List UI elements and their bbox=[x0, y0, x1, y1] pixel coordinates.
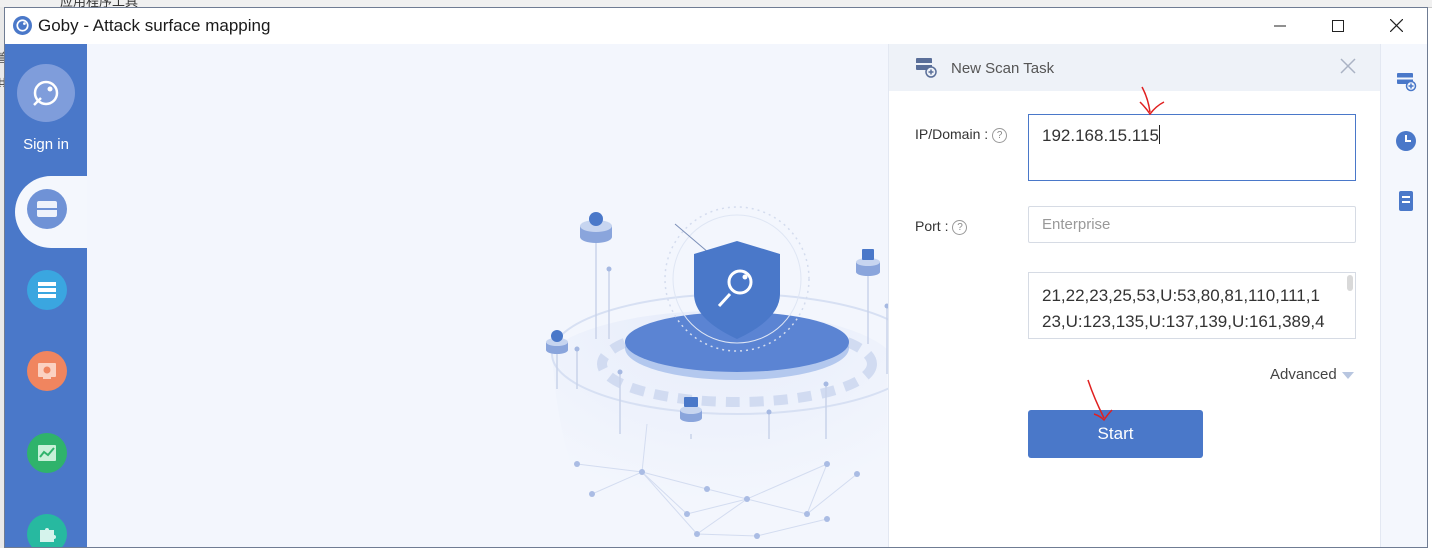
minimize-button[interactable] bbox=[1251, 8, 1309, 43]
text-caret bbox=[1158, 125, 1160, 144]
scan-icon bbox=[37, 201, 57, 217]
scrollbar[interactable] bbox=[1347, 275, 1353, 291]
maximize-button[interactable] bbox=[1309, 8, 1367, 43]
goby-fish-icon bbox=[33, 80, 59, 106]
sidebar-item-extensions[interactable] bbox=[27, 514, 67, 547]
title-bar: Goby - Attack surface mapping bbox=[5, 8, 1427, 43]
avatar[interactable] bbox=[17, 64, 75, 122]
sidebar: Sign in bbox=[5, 44, 87, 547]
close-button[interactable] bbox=[1367, 8, 1425, 43]
port-label: Port :? bbox=[915, 218, 968, 235]
puzzle-icon bbox=[40, 528, 56, 542]
report-document-icon[interactable] bbox=[1395, 190, 1417, 212]
right-toolbar bbox=[1380, 44, 1427, 547]
panel-close-icon[interactable] bbox=[1337, 55, 1359, 77]
chevron-down-icon bbox=[1341, 371, 1354, 379]
new-scan-icon bbox=[916, 58, 937, 78]
sidebar-item-reports[interactable] bbox=[27, 433, 67, 473]
port-list-textarea[interactable]: 21,22,23,25,53,U:53,80,81,110,111,123,U:… bbox=[1028, 272, 1356, 339]
attack-surface-illustration bbox=[546, 206, 888, 547]
advanced-toggle[interactable]: Advanced bbox=[1270, 366, 1354, 383]
port-preset-select[interactable]: Enterprise bbox=[1028, 206, 1356, 243]
goby-logo-icon bbox=[13, 16, 32, 35]
sign-in-link[interactable]: Sign in bbox=[5, 136, 87, 153]
port-list-value: 21,22,23,25,53,U:53,80,81,110,111,123,U:… bbox=[1042, 286, 1325, 331]
history-clock-icon[interactable] bbox=[1395, 130, 1417, 152]
help-icon[interactable]: ? bbox=[992, 127, 1008, 143]
help-icon[interactable]: ? bbox=[952, 219, 968, 235]
ip-domain-value: 192.168.15.115 bbox=[1042, 126, 1159, 145]
sidebar-item-assets[interactable] bbox=[27, 270, 67, 310]
ip-domain-input[interactable]: 192.168.15.115 bbox=[1028, 114, 1356, 181]
ip-domain-label: IP/Domain :? bbox=[915, 126, 1008, 143]
close-icon bbox=[1389, 19, 1403, 32]
minimize-icon bbox=[1274, 25, 1286, 26]
ip-domain-label-text: IP/Domain : bbox=[915, 126, 989, 142]
scan-illustration bbox=[87, 44, 888, 547]
advanced-label: Advanced bbox=[1270, 366, 1337, 383]
chart-icon bbox=[38, 445, 56, 461]
sidebar-item-scan[interactable] bbox=[27, 189, 67, 229]
maximize-icon bbox=[1332, 19, 1344, 32]
panel-title: New Scan Task bbox=[951, 60, 1055, 77]
goby-window: Goby - Attack surface mapping Sign in Ne… bbox=[4, 7, 1428, 548]
start-button[interactable]: Start bbox=[1028, 410, 1203, 458]
sidebar-item-vulnerabilities[interactable] bbox=[27, 351, 67, 391]
new-task-icon[interactable] bbox=[1395, 70, 1417, 92]
new-scan-task-panel: New Scan Task IP/Domain :? 192.168.15.11… bbox=[888, 44, 1381, 547]
assets-icon bbox=[38, 282, 56, 298]
window-title: Goby - Attack surface mapping bbox=[38, 16, 271, 35]
port-label-text: Port : bbox=[915, 218, 949, 234]
panel-header: New Scan Task bbox=[889, 44, 1381, 91]
bug-report-icon bbox=[38, 363, 56, 379]
